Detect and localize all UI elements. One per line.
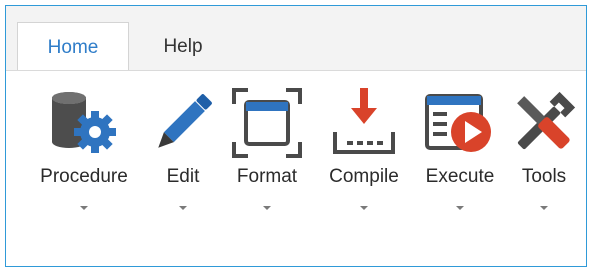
- chevron-down-icon: [80, 206, 88, 210]
- execute-label: Execute: [425, 166, 495, 187]
- compile-download-icon: [333, 88, 395, 154]
- pencil-icon: [158, 94, 212, 148]
- procedure-button[interactable]: Procedure: [22, 80, 146, 230]
- tab-bar: Home Help: [6, 6, 586, 71]
- procedure-gear-icon: [52, 92, 116, 153]
- tools-icon: [517, 91, 576, 150]
- format-button[interactable]: Format: [222, 80, 312, 230]
- tab-divider: [6, 70, 586, 71]
- edit-label: Edit: [166, 166, 200, 187]
- procedure-label: Procedure: [40, 166, 128, 187]
- execute-button[interactable]: Execute: [414, 80, 506, 230]
- format-label: Format: [236, 166, 298, 187]
- chevron-down-icon: [456, 206, 464, 210]
- execute-play-icon: [425, 94, 491, 152]
- chevron-down-icon: [179, 206, 187, 210]
- ribbon-window: Home Help Procedure Edit Format Compile …: [5, 5, 587, 267]
- chevron-down-icon: [360, 206, 368, 210]
- chevron-down-icon: [263, 206, 271, 210]
- tools-button[interactable]: Tools: [506, 80, 582, 230]
- tab-help[interactable]: Help: [138, 22, 228, 71]
- chevron-down-icon: [540, 206, 548, 210]
- format-frame-icon: [232, 88, 302, 158]
- compile-label: Compile: [329, 166, 399, 187]
- tools-label: Tools: [521, 166, 567, 187]
- tab-home[interactable]: Home: [17, 22, 129, 71]
- compile-button[interactable]: Compile: [316, 80, 412, 230]
- edit-button[interactable]: Edit: [146, 80, 220, 230]
